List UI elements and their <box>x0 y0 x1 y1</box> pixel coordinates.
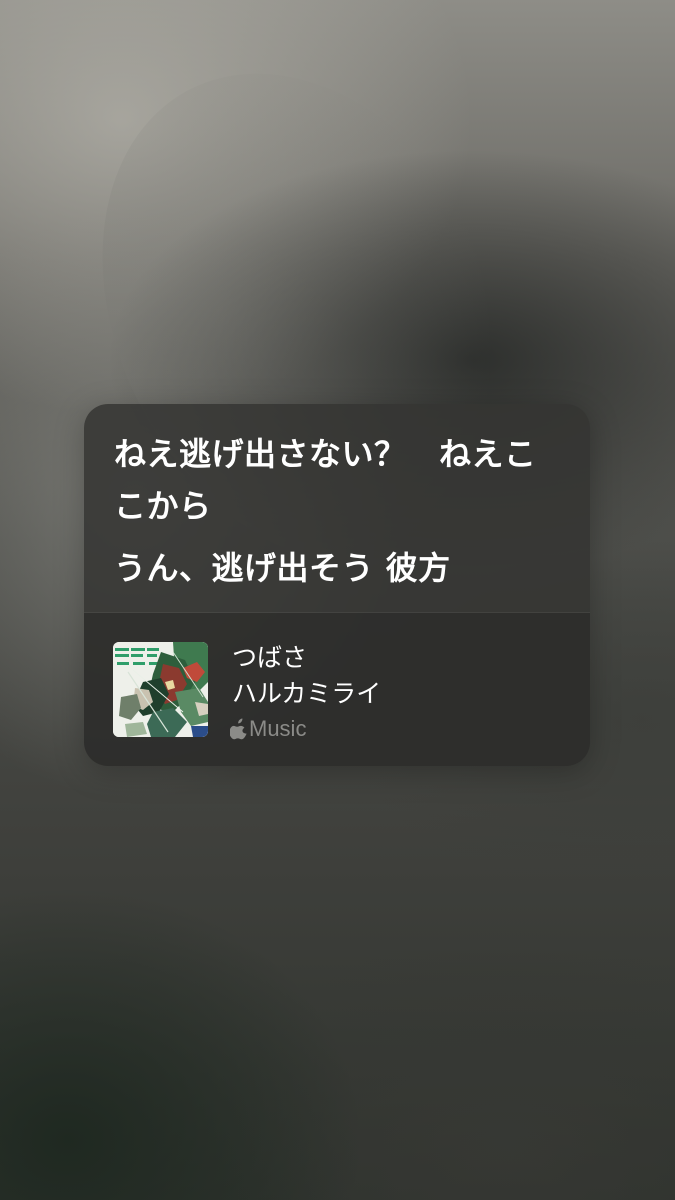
lyric-line-1: ねえ逃げ出さない？ ねえここから <box>114 435 537 525</box>
album-artwork-image <box>113 642 208 737</box>
album-artwork[interactable] <box>113 642 208 737</box>
apple-music-badge: Music <box>230 716 306 742</box>
track-artist: ハルカミライ <box>232 679 382 708</box>
track-info[interactable]: つばさ ハルカミライ Music <box>84 613 590 766</box>
lyric-line-2: うん、逃げ出そう 彼方 <box>114 549 451 587</box>
apple-icon <box>230 718 247 740</box>
lyrics-share-card[interactable]: ねえ逃げ出さない？ ねえここから うん、逃げ出そう 彼方 つばさ ハルカミライ … <box>84 404 590 766</box>
service-label: Music <box>249 716 307 741</box>
lyrics-block: ねえ逃げ出さない？ ねえここから うん、逃げ出そう 彼方 <box>114 428 566 610</box>
track-title: つばさ <box>232 643 308 672</box>
